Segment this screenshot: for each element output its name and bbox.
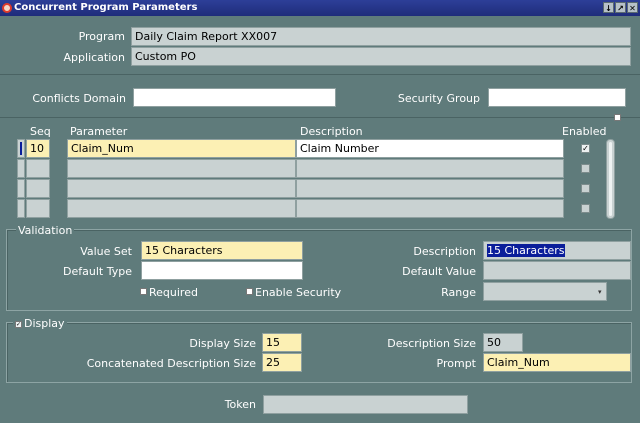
- seq-field[interactable]: [26, 179, 50, 198]
- parameter-field[interactable]: Claim_Num: [67, 139, 296, 158]
- enabled-checkbox[interactable]: ✓: [581, 144, 590, 153]
- seq-field[interactable]: [26, 199, 50, 218]
- selected-text: 15 Characters: [487, 244, 565, 257]
- value-set-field[interactable]: 15 Characters: [141, 241, 303, 260]
- maximize-icon[interactable]: ↗: [615, 2, 626, 13]
- security-group-label: Security Group: [397, 92, 480, 105]
- display-checkbox[interactable]: ✓ Display: [13, 317, 67, 330]
- block-marker-icon: [614, 114, 621, 121]
- row-selector[interactable]: [17, 199, 25, 218]
- token-label: Token: [224, 398, 256, 411]
- parameter-field[interactable]: [67, 159, 296, 178]
- scrollbar-thumb[interactable]: [609, 142, 612, 216]
- application-label: Application: [63, 51, 125, 64]
- range-label: Range: [441, 286, 476, 299]
- oracle-app-icon: [2, 3, 12, 13]
- display-size-label: Display Size: [189, 337, 256, 350]
- enabled-checkbox[interactable]: [581, 164, 590, 173]
- minimize-icon[interactable]: ↓: [603, 2, 614, 13]
- enabled-checkbox[interactable]: [581, 184, 590, 193]
- required-checkbox[interactable]: Required: [140, 286, 198, 299]
- conflicts-domain-field[interactable]: [133, 88, 336, 107]
- separator: [0, 74, 640, 75]
- display-checkbox-box[interactable]: ✓: [15, 321, 22, 328]
- security-group-field[interactable]: [488, 88, 626, 107]
- col-enabled-header: Enabled: [562, 125, 607, 138]
- col-description-header: Description: [300, 125, 363, 138]
- concatenated-description-size-field[interactable]: 25: [262, 353, 302, 372]
- parameter-field[interactable]: [67, 199, 296, 218]
- validation-description-field[interactable]: 15 Characters: [483, 241, 631, 260]
- col-parameter-header: Parameter: [70, 125, 128, 138]
- description-size-label: Description Size: [387, 337, 476, 350]
- enable-security-checkbox-box[interactable]: [246, 288, 253, 295]
- enable-security-checkbox[interactable]: Enable Security: [246, 286, 341, 299]
- conflicts-domain-label: Conflicts Domain: [32, 92, 126, 105]
- description-size-field[interactable]: 50: [483, 333, 523, 352]
- col-seq-header: Seq: [30, 125, 51, 138]
- description-field[interactable]: [296, 179, 564, 198]
- enabled-checkbox[interactable]: [581, 204, 590, 213]
- program-field[interactable]: Daily Claim Report XX007: [131, 27, 631, 46]
- concatenated-description-size-label: Concatenated Description Size: [86, 357, 256, 370]
- validation-description-label: Description: [413, 245, 476, 258]
- window-controls: ↓ ↗ ✕: [603, 2, 638, 14]
- required-checkbox-box[interactable]: [140, 288, 147, 295]
- close-icon[interactable]: ✕: [627, 2, 638, 13]
- row-selector[interactable]: [17, 159, 25, 178]
- description-field[interactable]: Claim Number: [296, 139, 564, 158]
- description-field[interactable]: [296, 159, 564, 178]
- window-title: Concurrent Program Parameters: [14, 2, 198, 13]
- enable-security-label: Enable Security: [255, 286, 342, 299]
- grid-scrollbar[interactable]: [606, 139, 615, 219]
- default-type-field[interactable]: [141, 261, 303, 280]
- description-field[interactable]: [296, 199, 564, 218]
- window-titlebar: Concurrent Program Parameters ↓ ↗ ✕: [0, 0, 640, 16]
- default-value-label: Default Value: [402, 265, 476, 278]
- value-set-label: Value Set: [80, 245, 132, 258]
- range-select[interactable]: [483, 282, 607, 301]
- seq-field[interactable]: [26, 159, 50, 178]
- validation-section-label: Validation: [16, 224, 75, 237]
- row-selector[interactable]: [17, 139, 25, 158]
- token-field[interactable]: [263, 395, 468, 414]
- display-size-field[interactable]: 15: [262, 333, 302, 352]
- prompt-label: Prompt: [436, 357, 476, 370]
- parameter-field[interactable]: [67, 179, 296, 198]
- default-type-label: Default Type: [63, 265, 132, 278]
- default-value-field[interactable]: [483, 261, 631, 280]
- display-section-label: Display: [24, 317, 65, 330]
- chevron-down-icon[interactable]: ▾: [598, 288, 602, 296]
- required-label: Required: [149, 286, 198, 299]
- prompt-field[interactable]: Claim_Num: [483, 353, 631, 372]
- application-field[interactable]: Custom PO: [131, 47, 631, 66]
- program-label: Program: [78, 30, 125, 43]
- row-selector[interactable]: [17, 179, 25, 198]
- separator: [0, 117, 640, 118]
- seq-field[interactable]: 10: [26, 139, 50, 158]
